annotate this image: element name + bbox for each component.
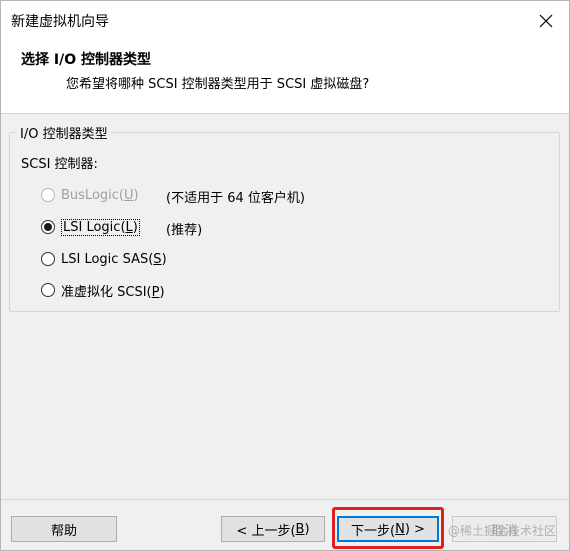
radio-lsi-logic-sas-circle[interactable] xyxy=(41,252,55,266)
close-button[interactable] xyxy=(523,1,569,41)
buslogic-note: (不适用于 64 位客户机) xyxy=(166,191,305,206)
radio-paravirtual-scsi-label: 准虚拟化 SCSI(P) xyxy=(61,284,165,300)
io-controller-group-label: I/O 控制器类型 xyxy=(17,123,111,142)
help-button[interactable]: 帮助 xyxy=(11,516,117,542)
radio-lsi-logic[interactable]: LSI Logic(L) xyxy=(41,216,140,238)
next-button[interactable]: 下一步(N) > xyxy=(337,516,439,542)
close-icon xyxy=(539,14,553,28)
radio-lsi-logic-sas-label: LSI Logic SAS(S) xyxy=(61,251,167,267)
radio-lsi-logic-sas[interactable]: LSI Logic SAS(S) xyxy=(41,248,167,270)
scsi-controller-label: SCSI 控制器: xyxy=(21,157,98,172)
radio-buslogic[interactable]: BusLogic(U) xyxy=(41,184,139,206)
wizard-header: 选择 I/O 控制器类型 您希望将哪种 SCSI 控制器类型用于 SCSI 虚拟… xyxy=(1,41,569,114)
back-button[interactable]: < 上一步(B) xyxy=(221,516,325,542)
radio-buslogic-label: BusLogic(U) xyxy=(61,187,139,203)
radio-buslogic-circle[interactable] xyxy=(41,188,55,202)
radio-paravirtual-scsi[interactable]: 准虚拟化 SCSI(P) xyxy=(41,279,165,301)
window-title: 新建虚拟机向导 xyxy=(11,14,109,30)
page-subtitle: 您希望将哪种 SCSI 控制器类型用于 SCSI 虚拟磁盘? xyxy=(66,77,370,92)
footer-divider xyxy=(1,499,569,500)
new-vm-wizard-dialog: 新建虚拟机向导 选择 I/O 控制器类型 您希望将哪种 SCSI 控制器类型用于… xyxy=(0,0,570,551)
page-title: 选择 I/O 控制器类型 xyxy=(21,52,151,68)
radio-lsi-logic-circle[interactable] xyxy=(41,220,55,234)
watermark: @稀土掘金技术社区 xyxy=(448,524,557,538)
lsi-logic-note: (推荐) xyxy=(166,223,203,238)
title-bar: 新建虚拟机向导 xyxy=(1,1,569,41)
radio-paravirtual-scsi-circle[interactable] xyxy=(41,283,55,297)
radio-lsi-logic-label: LSI Logic(L) xyxy=(61,218,140,236)
